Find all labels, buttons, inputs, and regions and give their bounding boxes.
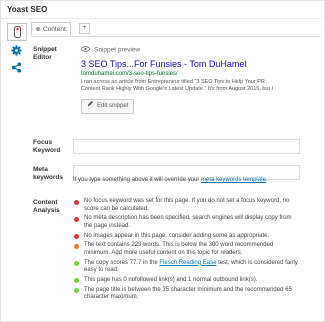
analysis-item-text: This page has 0 nofollowed link(s) and 1… [84, 276, 258, 283]
analysis-item: The text contains 223 words. This is bel… [73, 242, 298, 257]
meta-keywords-help-suffix: . [266, 177, 268, 183]
analysis-item: The page title is between the 35 charact… [73, 287, 298, 302]
meta-keywords-help-text: If you type something above it will over… [73, 177, 202, 183]
title-divider [1, 18, 324, 19]
analysis-item-text: The page title is between the 35 charact… [84, 286, 292, 301]
pencil-icon [87, 100, 94, 113]
status-red-icon [74, 199, 79, 205]
tab-content-label: Content: [43, 26, 68, 33]
status-green-icon [74, 288, 79, 294]
share-icon[interactable] [7, 60, 25, 74]
content-analysis-label: Content Analysis [33, 199, 60, 214]
status-green-icon [74, 261, 79, 267]
snippet-url[interactable]: tomduhamel.com/3-seo-tips-funsies/ [81, 71, 178, 77]
tab-content[interactable]: Content: [31, 22, 71, 35]
tab-bar: Content: + [31, 22, 321, 37]
analysis-item: This page has 0 nofollowed link(s) and 1… [73, 277, 298, 285]
gear-icon[interactable] [7, 43, 25, 57]
focus-keyword-input[interactable] [73, 139, 300, 154]
snippet-editor-label: Snippet Editor [33, 46, 57, 61]
analysis-item: No images appear in this page, consider … [73, 233, 298, 241]
content-analysis-list: No focus keyword was set for this page. … [73, 198, 298, 304]
status-green-icon [74, 278, 79, 284]
traffic-light-icon[interactable] [7, 23, 27, 41]
analysis-item-text: No images appear in this page, consider … [84, 232, 270, 239]
analysis-item-text: The text contains 223 words. This is bel… [84, 242, 274, 256]
snippet-preview-label: Snippet preview [94, 46, 141, 54]
analysis-item: No meta description has been specified, … [73, 215, 298, 230]
meta-keywords-template-link[interactable]: meta keywords template [201, 177, 266, 183]
panel-title: Yoast SEO [7, 5, 48, 14]
analysis-item: No focus keyword was set for this page. … [73, 198, 298, 213]
add-keyword-tab-button[interactable]: + [79, 23, 90, 34]
snippet-description[interactable]: I ran across an article from Entrepreneu… [81, 79, 281, 93]
snippet-preview-header: Snippet preview [81, 46, 140, 54]
meta-keywords-label: Meta keywords [33, 166, 63, 181]
analysis-item-text: No focus keyword was set for this page. … [84, 198, 290, 212]
analysis-item: The copy scores 77.7 in the Flesch Readi… [73, 260, 298, 275]
status-orange-icon [74, 243, 79, 249]
status-red-icon [74, 216, 79, 222]
eye-icon [81, 46, 90, 54]
tab-score-dot-icon [36, 27, 40, 32]
snippet-title[interactable]: 3 SEO Tips...For Funsies - Tom DuHamel [81, 59, 246, 69]
focus-keyword-label: Focus Keyword [33, 139, 61, 154]
analysis-item-text-pre: The copy scores 77.7 in the [84, 259, 160, 266]
analysis-item-text: No meta description has been specified, … [84, 215, 292, 229]
meta-keywords-help: If you type something above it will over… [73, 177, 268, 183]
edit-snippet-button[interactable]: Edit snippet [81, 99, 135, 114]
edit-snippet-label: Edit snippet [97, 103, 129, 109]
flesch-reading-ease-link[interactable]: Flesch Reading Ease [159, 260, 216, 266]
status-red-icon [74, 234, 79, 240]
yoast-seo-panel: Yoast SEO Content: + Snippet Editor Snip… [0, 0, 325, 322]
